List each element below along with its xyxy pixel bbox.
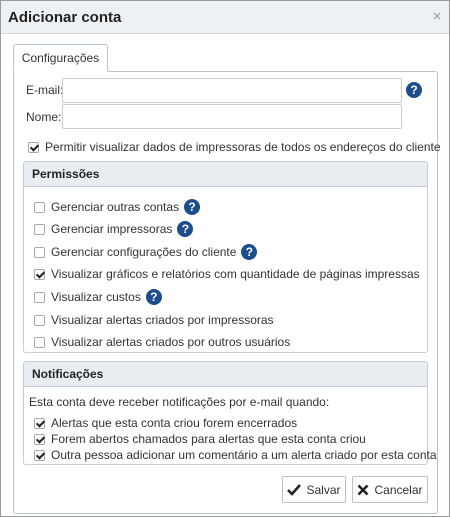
permission-checkbox[interactable] xyxy=(34,201,45,213)
permission-label: Gerenciar outras contas xyxy=(51,200,180,214)
permission-item[interactable]: Visualizar alertas criados por impressor… xyxy=(34,312,274,328)
notification-item[interactable]: Alertas que esta conta criou forem encer… xyxy=(34,415,297,431)
allow-view-checkbox[interactable] xyxy=(28,141,39,153)
allow-view-option[interactable]: Permitir visualizar dados de impressoras… xyxy=(28,139,441,155)
x-icon xyxy=(358,484,369,495)
permission-label: Visualizar custos xyxy=(51,290,141,304)
save-label: Salvar xyxy=(306,482,341,497)
notification-checkbox[interactable] xyxy=(34,433,45,445)
permission-label: Visualizar alertas criados por outros us… xyxy=(51,335,291,349)
permission-checkbox[interactable] xyxy=(34,314,45,326)
permission-item[interactable]: Visualizar custos ? xyxy=(34,289,162,305)
save-button[interactable]: Salvar xyxy=(282,476,346,503)
help-icon[interactable]: ? xyxy=(145,289,162,305)
permission-checkbox[interactable] xyxy=(34,336,45,348)
notification-checkbox[interactable] xyxy=(34,449,45,461)
permission-item[interactable]: Visualizar gráficos e relatórios com qua… xyxy=(34,266,420,282)
name-field[interactable] xyxy=(62,104,402,129)
notification-label: Forem abertos chamados para alertas que … xyxy=(51,432,366,446)
notifications-intro: Esta conta deve receber notificações por… xyxy=(29,395,330,409)
tab-configuracoes[interactable]: Configurações xyxy=(13,44,108,72)
notification-item[interactable]: Forem abertos chamados para alertas que … xyxy=(34,431,366,447)
permission-label: Gerenciar configurações do cliente xyxy=(51,245,237,259)
permission-item[interactable]: Visualizar alertas criados por outros us… xyxy=(34,334,290,350)
permission-label: Gerenciar impressoras xyxy=(51,222,173,236)
notification-label: Alertas que esta conta criou forem encer… xyxy=(51,416,298,430)
permission-checkbox[interactable] xyxy=(34,246,45,258)
notifications-group: Notificações Esta conta deve receber not… xyxy=(23,361,437,465)
permission-label: Visualizar alertas criados por impressor… xyxy=(51,313,274,327)
settings-panel: E-mail: ? Nome: Permitir visualizar dado… xyxy=(13,71,441,514)
cancel-button[interactable]: Cancelar xyxy=(352,476,428,503)
dialog-title: Adicionar conta xyxy=(8,9,122,26)
close-icon[interactable]: × xyxy=(430,9,444,25)
permissions-group: Permissões Gerenciar outras contas ? Ger… xyxy=(23,161,428,353)
permission-checkbox[interactable] xyxy=(34,268,45,280)
permission-item[interactable]: Gerenciar outras contas ? xyxy=(34,199,201,215)
email-help-icon[interactable]: ? xyxy=(406,82,422,98)
add-account-dialog: Adicionar conta × Configurações E-mail: … xyxy=(0,0,450,517)
notification-checkbox[interactable] xyxy=(34,417,45,429)
help-icon[interactable]: ? xyxy=(241,244,258,260)
cancel-label: Cancelar xyxy=(374,482,423,497)
notification-item[interactable]: Outra pessoa adicionar um comentário a u… xyxy=(34,447,437,463)
help-icon[interactable]: ? xyxy=(184,199,201,215)
check-icon xyxy=(287,483,302,496)
email-label: E-mail: xyxy=(26,83,64,97)
permission-item[interactable]: Gerenciar configurações do cliente ? xyxy=(34,244,258,260)
help-icon[interactable]: ? xyxy=(177,221,194,237)
permission-checkbox[interactable] xyxy=(34,291,45,303)
permission-checkbox[interactable] xyxy=(34,223,45,235)
permission-item[interactable]: Gerenciar impressoras ? xyxy=(34,221,194,237)
permission-label: Visualizar gráficos e relatórios com qua… xyxy=(51,267,420,281)
name-label: Nome: xyxy=(26,110,62,124)
notifications-title: Notificações xyxy=(24,362,427,387)
dialog-titlebar: Adicionar conta × xyxy=(1,1,449,34)
permissions-title: Permissões xyxy=(24,162,427,187)
email-field[interactable] xyxy=(62,78,402,103)
allow-view-label: Permitir visualizar dados de impressoras… xyxy=(45,140,441,154)
notification-label: Outra pessoa adicionar um comentário a u… xyxy=(51,448,437,462)
